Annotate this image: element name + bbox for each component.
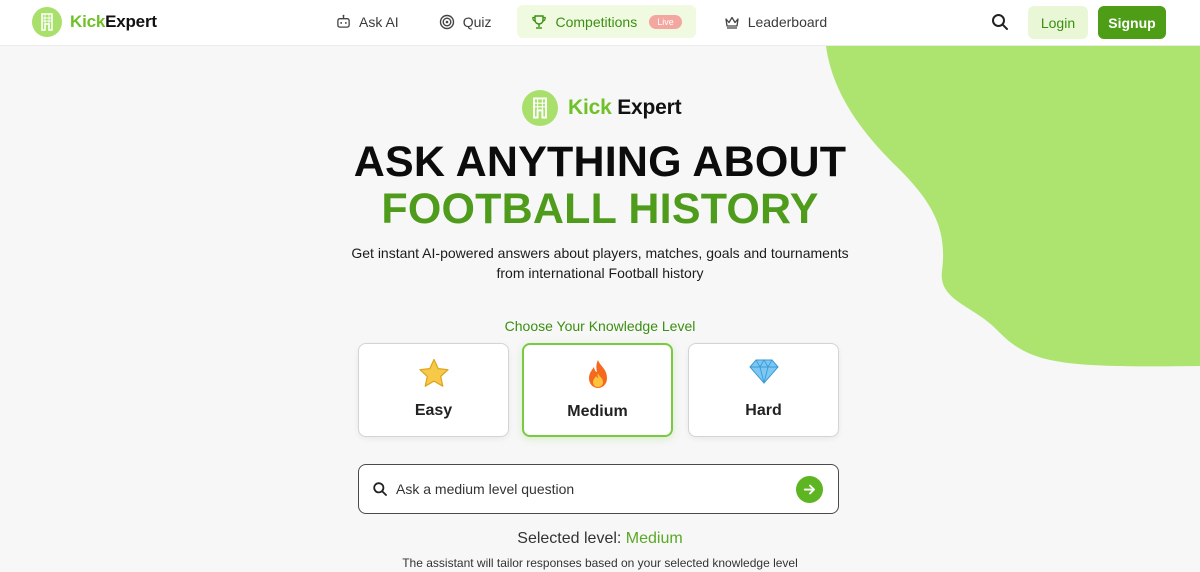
signup-button[interactable]: Signup xyxy=(1098,6,1166,39)
arrow-right-icon xyxy=(803,484,815,495)
selected-level-value: Medium xyxy=(625,530,683,547)
nav-quiz[interactable]: Quiz xyxy=(425,5,506,38)
search-icon xyxy=(992,14,1008,30)
main-nav: Ask AI Quiz Competitions Live Leaderboar… xyxy=(322,5,841,38)
level-card-medium[interactable]: Medium xyxy=(522,343,673,437)
nav-competitions-label: Competitions xyxy=(555,13,638,30)
headline-line-1: ASK ANYTHING ABOUT xyxy=(353,138,847,186)
login-button[interactable]: Login xyxy=(1028,6,1088,39)
level-card-medium-label: Medium xyxy=(567,403,628,420)
header-search-button[interactable] xyxy=(990,12,1010,37)
brand-expert: Expert xyxy=(105,12,157,31)
headline-line-2: FOOTBALL HISTORY xyxy=(381,185,819,233)
subtitle-line-2: from international Football history xyxy=(496,265,704,281)
level-card-easy-label: Easy xyxy=(414,402,453,419)
subtitle-line-1: Get instant AI-powered answers about pla… xyxy=(351,245,849,261)
star-icon xyxy=(359,358,508,388)
robot-icon xyxy=(337,14,350,28)
hero-brand-name: Kick Expert xyxy=(568,96,682,120)
assistant-note: The assistant will tailor responses base… xyxy=(402,556,798,570)
selected-level-prefix: Selected level: xyxy=(517,530,622,547)
trophy-icon xyxy=(532,14,547,29)
top-navbar: KickExpert Ask AI Quiz Competitions Live… xyxy=(0,0,1200,46)
nav-competitions[interactable]: Competitions Live xyxy=(517,5,696,38)
goalpost-icon xyxy=(32,7,62,37)
live-badge: Live xyxy=(649,14,682,29)
target-icon xyxy=(439,14,454,29)
hero-brand-logo: Kick Expert xyxy=(522,90,682,126)
hero-brand-expert: Expert xyxy=(617,96,682,119)
nav-leaderboard-label: Leaderboard xyxy=(747,13,828,30)
brand-logo[interactable]: KickExpert xyxy=(32,7,157,37)
send-button[interactable] xyxy=(796,476,823,503)
nav-ask-ai[interactable]: Ask AI xyxy=(322,5,413,38)
question-input[interactable] xyxy=(396,479,786,499)
brand-name: KickExpert xyxy=(70,12,157,32)
diamond-icon xyxy=(689,358,838,384)
level-card-hard-label: Hard xyxy=(745,402,782,419)
goalpost-icon xyxy=(522,90,558,126)
brand-kick: Kick xyxy=(70,12,106,31)
level-card-easy[interactable]: Easy xyxy=(358,343,509,437)
hero-brand-kick: Kick xyxy=(568,96,612,119)
nav-leaderboard[interactable]: Leaderboard xyxy=(710,5,841,38)
ask-question-box xyxy=(358,464,839,514)
level-card-hard[interactable]: Hard xyxy=(688,343,839,437)
knowledge-level-label: Choose Your Knowledge Level xyxy=(504,318,696,334)
nav-quiz-label: Quiz xyxy=(462,13,492,30)
crown-icon xyxy=(725,16,739,29)
nav-ask-ai-label: Ask AI xyxy=(359,13,399,30)
hero-subtitle: Get instant AI-powered answers about pla… xyxy=(340,243,860,283)
fire-icon xyxy=(524,359,671,389)
search-icon xyxy=(373,482,387,496)
selected-level-text: Selected level: Medium xyxy=(0,530,1200,548)
hero-section: Kick Expert ASK ANYTHING ABOUT FOOTBALL … xyxy=(0,46,1200,572)
